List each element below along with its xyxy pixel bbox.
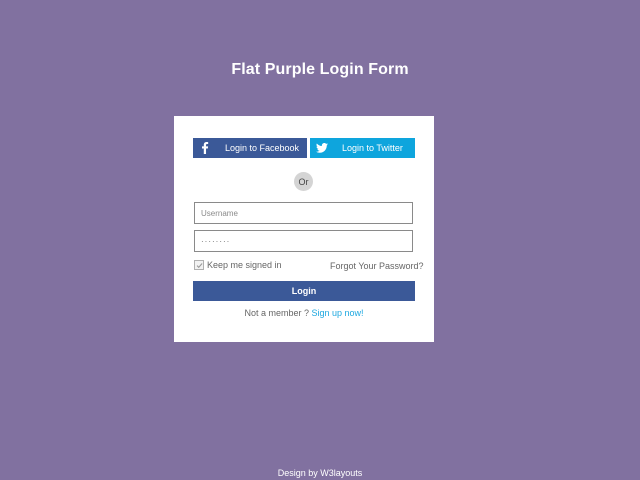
checkmark-icon — [196, 262, 203, 268]
signup-line: Not a member ? Sign up now! — [174, 308, 434, 318]
username-input[interactable] — [194, 202, 413, 224]
keep-signed-in-label: Keep me signed in — [207, 260, 282, 270]
password-input[interactable] — [194, 230, 413, 252]
login-button[interactable]: Login — [193, 281, 415, 301]
twitter-login-label: Login to Twitter — [342, 143, 403, 153]
or-divider: Or — [294, 172, 313, 191]
twitter-icon — [310, 138, 334, 158]
footer-credit: Design by W3layouts — [277, 468, 363, 478]
checkbox-box[interactable] — [194, 260, 204, 270]
page-title: Flat Purple Login Form — [231, 61, 409, 78]
facebook-icon — [193, 138, 217, 158]
login-card: Login to Facebook Login to Twitter Or Ke… — [174, 116, 434, 342]
facebook-login-button[interactable]: Login to Facebook — [193, 138, 307, 158]
keep-signed-in-checkbox[interactable]: Keep me signed in — [194, 260, 282, 270]
forgot-password-link[interactable]: Forgot Your Password? — [330, 261, 424, 271]
facebook-login-label: Login to Facebook — [225, 143, 300, 153]
twitter-login-button[interactable]: Login to Twitter — [310, 138, 415, 158]
signup-link[interactable]: Sign up now! — [312, 308, 364, 318]
signup-prompt: Not a member ? — [244, 308, 309, 318]
